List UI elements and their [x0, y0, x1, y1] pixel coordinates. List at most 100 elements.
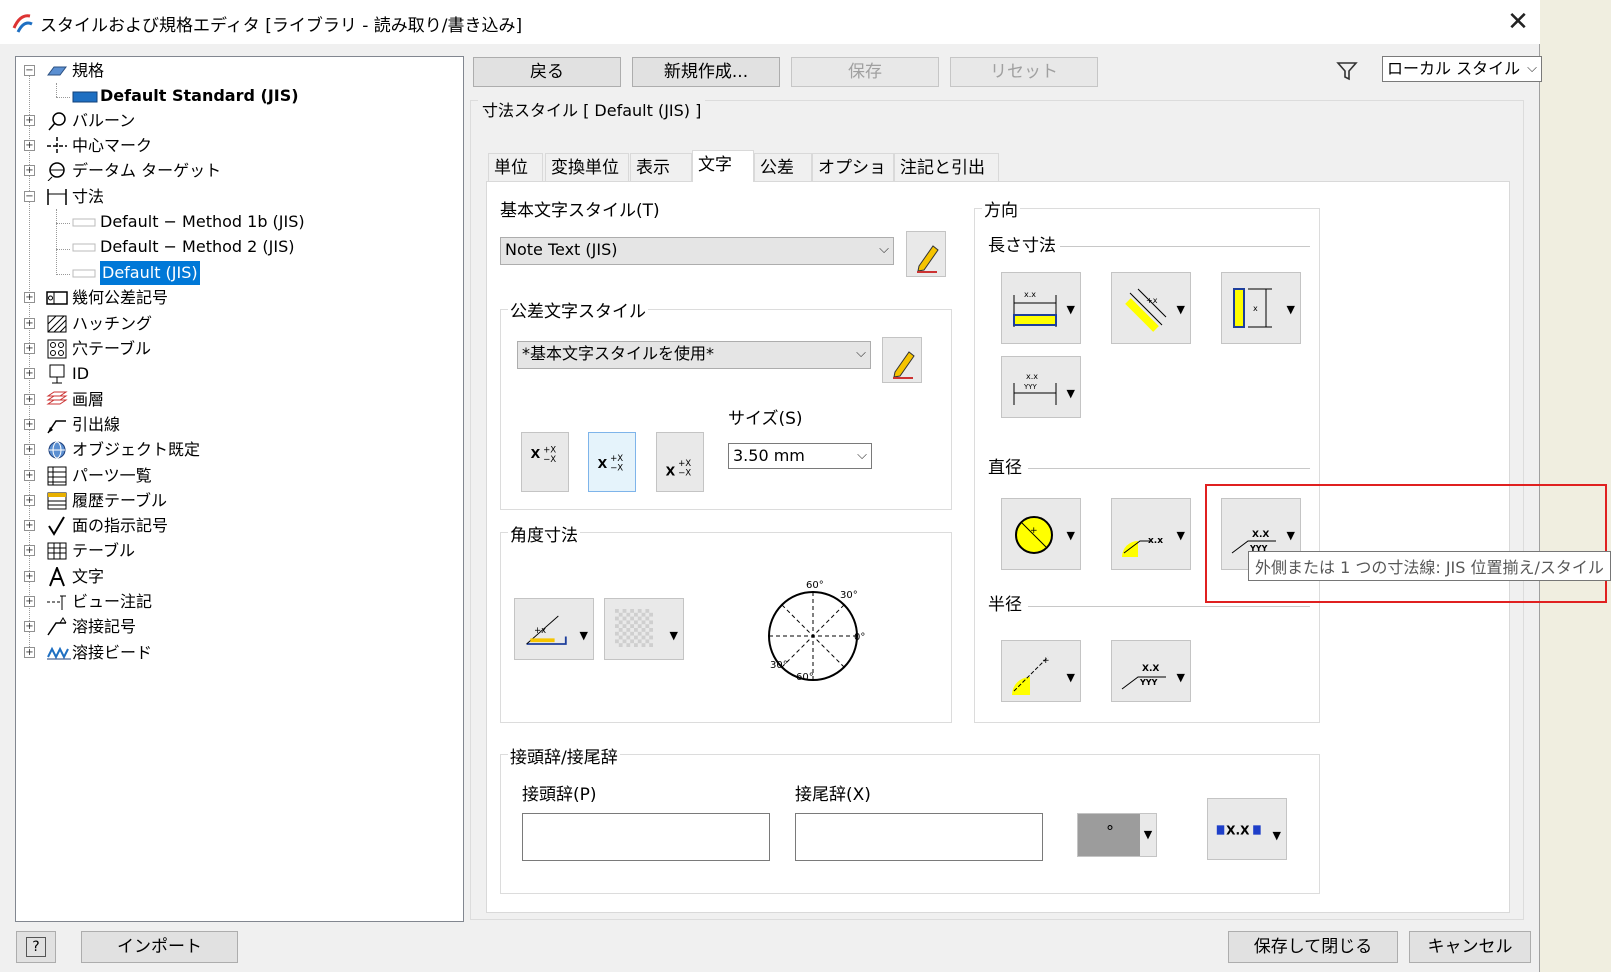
- style-filter-select[interactable]: ローカル スタイル ⌵: [1382, 56, 1542, 82]
- tree-item-layer[interactable]: + 画層: [24, 388, 324, 412]
- expand-icon[interactable]: +: [24, 470, 35, 481]
- prefix-suffix-placement-button[interactable]: X.X ▼: [1207, 798, 1287, 860]
- help-button[interactable]: ?: [16, 931, 56, 963]
- tree-item-text[interactable]: + 文字: [24, 565, 324, 589]
- tree-item-label: Default − Method 1b (JIS): [100, 212, 305, 231]
- tab-options[interactable]: オプション: [812, 153, 894, 206]
- tab-tolerance[interactable]: 公差: [754, 153, 812, 181]
- angle-text-orientation-button[interactable]: +x ▼: [514, 598, 594, 660]
- edit-tolerance-style-button[interactable]: [882, 337, 922, 383]
- radius-leader-button[interactable]: + ▼: [1001, 640, 1081, 702]
- tree-item-label: テーブル: [72, 541, 136, 560]
- prefix-input[interactable]: [522, 813, 770, 861]
- style-tree[interactable]: − 規格 Default Standard (JIS) + バルーン + 中心マ…: [15, 56, 464, 922]
- expand-icon[interactable]: +: [24, 520, 35, 531]
- prefix-suffix-group-label: 接頭辞/接尾辞: [508, 743, 620, 768]
- tab-notes-leaders[interactable]: 注記と引出線: [894, 153, 999, 206]
- linear-vertical-button[interactable]: x ▼: [1221, 272, 1301, 344]
- base-text-style-label: 基本文字スタイル(T): [500, 201, 660, 221]
- tree-item-hole-table[interactable]: + 穴テーブル: [24, 337, 324, 361]
- expand-icon[interactable]: +: [24, 292, 35, 303]
- tab-display[interactable]: 表示: [630, 153, 692, 181]
- expand-icon[interactable]: +: [24, 318, 35, 329]
- expand-icon[interactable]: +: [24, 495, 35, 506]
- tab-units[interactable]: 単位: [488, 153, 543, 181]
- expand-icon[interactable]: +: [24, 115, 35, 126]
- tree-item-center-mark[interactable]: + 中心マーク: [24, 134, 324, 158]
- filter-icon: [1336, 62, 1358, 81]
- tree-item-id[interactable]: + ID: [24, 362, 324, 386]
- back-button[interactable]: 戻る: [473, 57, 621, 87]
- tree-item-label: Default Standard (JIS): [100, 86, 299, 105]
- tree-item-object-defaults[interactable]: + オブジェクト既定: [24, 438, 324, 462]
- reset-button[interactable]: リセット: [950, 57, 1098, 87]
- tree-item-leader[interactable]: + 引出線: [24, 413, 324, 437]
- expand-icon[interactable]: +: [24, 165, 35, 176]
- expand-icon[interactable]: +: [24, 571, 35, 582]
- tree-item-hatching[interactable]: + ハッチング: [24, 312, 324, 336]
- radius-jis-button[interactable]: X.X YYY ▼: [1111, 640, 1191, 702]
- tolerance-position-middle-button[interactable]: X +X −X: [588, 432, 636, 492]
- svg-text:+X: +X: [543, 445, 556, 455]
- expand-icon[interactable]: +: [24, 444, 35, 455]
- tree-item-dimension[interactable]: − 寸法: [24, 185, 324, 209]
- new-button[interactable]: 新規作成...: [632, 57, 780, 87]
- tree-item-table[interactable]: + テーブル: [24, 539, 324, 563]
- tree-item-method-2[interactable]: Default − Method 2 (JIS): [24, 235, 324, 259]
- diameter-inside-button[interactable]: + ▼: [1001, 498, 1081, 570]
- dropdown-icon: ▼: [1140, 814, 1156, 856]
- tree-item-default-standard[interactable]: Default Standard (JIS): [24, 84, 324, 108]
- tree-item-surface-symbol[interactable]: + 面の指示記号: [24, 514, 324, 538]
- tree-item-weld-bead[interactable]: + 溶接ビード: [24, 641, 324, 665]
- expand-icon[interactable]: +: [24, 647, 35, 658]
- expand-icon[interactable]: +: [24, 596, 35, 607]
- title-bar: スタイルおよび規格エディタ [ライブラリ - 読み取り/書き込み] ✕: [0, 0, 1540, 44]
- expand-icon[interactable]: +: [24, 621, 35, 632]
- expand-icon[interactable]: +: [24, 343, 35, 354]
- save-button[interactable]: 保存: [791, 57, 939, 87]
- tree-item-weld-symbol[interactable]: + 溶接記号: [24, 615, 324, 639]
- collapse-icon[interactable]: −: [24, 65, 35, 76]
- tree-item-method-1b[interactable]: Default − Method 1b (JIS): [24, 210, 324, 234]
- edit-text-style-button[interactable]: [906, 231, 946, 277]
- tolerance-position-bottom-button[interactable]: X +X −X: [656, 432, 704, 492]
- tolerance-text-group-label: 公差文字スタイル: [508, 297, 648, 322]
- tab-alternate-units[interactable]: 変換単位: [545, 153, 629, 181]
- tolerance-text-style-select[interactable]: *基本文字スタイルを使用* ⌵: [517, 341, 871, 369]
- angle-pattern-button[interactable]: ▼: [604, 598, 684, 660]
- tab-text[interactable]: 文字: [692, 150, 754, 182]
- diameter-leader-text: x.x: [1148, 536, 1163, 546]
- linear-stacked-button[interactable]: x.x YYY ▼: [1001, 356, 1081, 418]
- tree-item-view-annotation[interactable]: + ビュー注記: [24, 590, 324, 614]
- cancel-button[interactable]: キャンセル: [1409, 931, 1531, 963]
- expand-icon[interactable]: +: [24, 394, 35, 405]
- tree-item-standard[interactable]: − 規格: [24, 59, 324, 83]
- base-text-style-select[interactable]: Note Text (JIS) ⌵: [500, 237, 894, 265]
- linear-horizontal-button[interactable]: x.x ▼: [1001, 272, 1081, 344]
- symbol-insert-button[interactable]: ° ▼: [1077, 813, 1157, 857]
- size-select[interactable]: 3.50 mm ⌵: [728, 443, 872, 469]
- tree-item-gdt[interactable]: + 幾何公差記号: [24, 286, 324, 310]
- svg-text:x: x: [1253, 304, 1258, 313]
- expand-icon[interactable]: +: [24, 545, 35, 556]
- linear-aligned-button[interactable]: +x ▼: [1111, 272, 1191, 344]
- tolerance-position-top-button[interactable]: X +X −X: [521, 432, 569, 492]
- expand-icon[interactable]: +: [24, 140, 35, 151]
- diameter-leader-button[interactable]: x.x ▼: [1111, 498, 1191, 570]
- dropdown-icon: ▼: [1272, 829, 1281, 842]
- tree-item-datum-target[interactable]: + データム ターゲット: [24, 159, 324, 183]
- collapse-icon[interactable]: −: [24, 191, 35, 202]
- suffix-input[interactable]: [795, 813, 1043, 861]
- tree-item-balloon[interactable]: + バルーン: [24, 109, 324, 133]
- expand-icon[interactable]: +: [24, 419, 35, 430]
- tree-item-revision-table[interactable]: + 履歴テーブル: [24, 489, 324, 513]
- tree-item-default-jis[interactable]: Default (JIS): [24, 261, 324, 285]
- parts-list-icon: [47, 466, 67, 486]
- save-and-close-button[interactable]: 保存して閉じる: [1228, 931, 1398, 963]
- expand-icon[interactable]: +: [24, 368, 35, 379]
- import-button[interactable]: インポート: [81, 931, 238, 963]
- orientation-group-label: 方向: [982, 196, 1020, 221]
- tree-item-parts-list[interactable]: + パーツ一覧: [24, 464, 324, 488]
- tolerance-bottom-icon: X +X−X: [666, 459, 692, 479]
- close-icon[interactable]: ✕: [1500, 6, 1536, 38]
